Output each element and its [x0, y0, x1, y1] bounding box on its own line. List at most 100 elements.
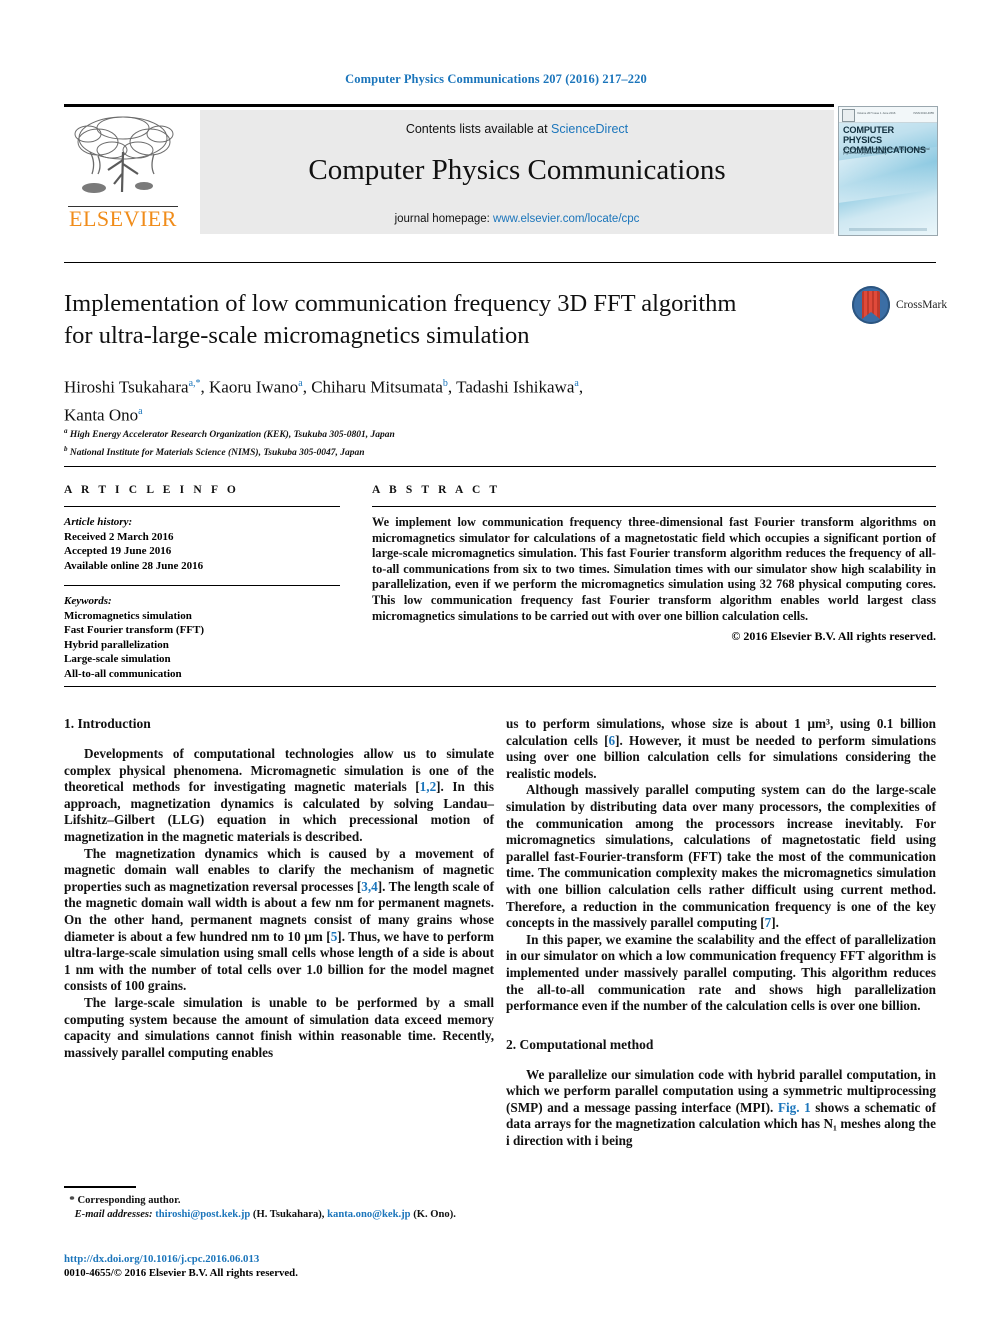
abstract-column: A B S T R A C T We implement low communi… — [372, 484, 936, 644]
email-link-2[interactable]: kanta.ono@kek.jp — [327, 1209, 410, 1220]
citation-ref[interactable]: 5 — [331, 929, 338, 944]
issn-copyright-line: 0010-4655/© 2016 Elsevier B.V. All right… — [64, 1267, 298, 1279]
article-history-received: Received 2 March 2016 — [64, 530, 174, 543]
figure-ref[interactable]: Fig. 1 — [778, 1100, 811, 1115]
doi-link[interactable]: http://dx.doi.org/10.1016/j.cpc.2016.06.… — [64, 1252, 494, 1266]
affiliation-text-1: National Institute for Materials Science… — [69, 448, 365, 459]
journal-cover-thumbnail: Volume 207 Issue 1 June 2016 ISSN 0010-4… — [838, 106, 938, 236]
crossmark-badge-group[interactable]: CrossMark — [852, 286, 947, 326]
body-column-left: 1. Introduction Developments of computat… — [64, 716, 494, 1061]
cover-issn-meta: ISSN 0010-4655 — [913, 111, 934, 115]
article-title-line2: for ultra-large-scale micromagnetics sim… — [64, 322, 530, 349]
title-separator-rule — [64, 262, 936, 263]
author-mark-1: a — [298, 378, 303, 389]
elsevier-tree-icon — [68, 112, 178, 204]
paragraph-left-1: The magnetization dynamics which is caus… — [64, 845, 495, 994]
author-mark-3: a — [574, 378, 579, 389]
affiliation-mark-0: a — [64, 427, 68, 435]
author-mark-4: a — [138, 405, 143, 417]
elsevier-logo: ELSEVIER — [64, 110, 182, 234]
email-addresses-label: E-mail addresses: — [74, 1208, 153, 1220]
article-info-rule-1 — [64, 506, 340, 507]
cover-subtitle: An international journal and program lib… — [843, 147, 930, 155]
paragraph-left-0: Developments of computational technologi… — [64, 746, 494, 844]
section-heading-computational-method: 2. Computational method — [506, 1036, 654, 1052]
citation-ref[interactable]: 7 — [765, 915, 772, 930]
abstract-copyright: © 2016 Elsevier B.V. All rights reserved… — [731, 629, 936, 644]
cover-title-line1: COMPUTER PHYSICS — [843, 125, 894, 145]
journal-masthead: ELSEVIER Contents lists available at Sci… — [64, 104, 938, 236]
paragraph-right-3: We parallelize our simulation code with … — [506, 1066, 936, 1149]
journal-contents-panel: Contents lists available at ScienceDirec… — [200, 110, 834, 234]
info-band-top-rule — [64, 466, 936, 467]
corresponding-author-text: Corresponding author. — [77, 1195, 181, 1206]
keyword-1: Fast Fourier transform (FFT) — [64, 624, 205, 636]
abstract-text: We implement low communication frequency… — [372, 515, 936, 623]
running-head: Computer Physics Communications 207 (201… — [345, 72, 647, 86]
footnote-block: * Corresponding author. E-mail addresses… — [64, 1194, 494, 1221]
email-link-1[interactable]: thiroshi@post.kek.jp — [155, 1209, 250, 1220]
email-owner-1: (H. Tsukahara), — [252, 1208, 325, 1220]
crossmark-ribbon-icon — [862, 312, 880, 319]
article-info-rule-2 — [64, 585, 340, 586]
paragraph-right-0: us to perform simulations, whose size is… — [506, 716, 936, 781]
corresponding-author-marker: * — [69, 1194, 75, 1206]
citation-ref[interactable]: 3,4 — [361, 879, 377, 894]
cover-volume-meta: Volume 207 Issue 1 June 2016 — [857, 111, 896, 115]
affiliation-list: a High Energy Accelerator Research Organ… — [64, 424, 884, 460]
masthead-top-rule — [64, 104, 834, 107]
sciencedirect-link[interactable]: ScienceDirect — [551, 122, 628, 136]
article-history-accepted: Accepted 19 June 2016 — [64, 545, 172, 557]
keyword-3: Large-scale simulation — [64, 653, 171, 665]
citation-ref[interactable]: 1,2 — [420, 779, 436, 794]
journal-homepage-line: journal homepage: www.elsevier.com/locat… — [200, 213, 834, 225]
corresponding-author-line: * Corresponding author. — [64, 1194, 494, 1208]
info-band-bottom-rule — [64, 686, 936, 687]
citation-ref[interactable]: 6 — [609, 733, 616, 748]
article-title-line1: Implementation of low communication freq… — [64, 290, 737, 317]
paragraph-left-2: The large-scale simulation is unable to … — [64, 994, 494, 1060]
homepage-prefix: journal homepage: — [394, 213, 494, 225]
keywords-label: Keywords: — [64, 595, 112, 607]
body-column-right: us to perform simulations, whose size is… — [506, 716, 936, 1150]
paper-page: Computer Physics Communications 207 (201… — [0, 0, 992, 1323]
section-heading-introduction: 1. Introduction — [64, 716, 151, 731]
affiliation-1: b National Institute for Materials Scien… — [64, 442, 884, 460]
article-info-heading: A R T I C L E I N F O — [64, 484, 239, 496]
author-name-1: Kaoru Iwano — [209, 377, 299, 397]
author-name-4: Kanta Ono — [64, 405, 139, 425]
abstract-rule — [372, 506, 936, 507]
abstract-heading: A B S T R A C T — [372, 484, 501, 496]
journal-homepage-link[interactable]: www.elsevier.com/locate/cpc — [493, 213, 639, 225]
cover-footer-bar — [849, 228, 927, 231]
article-history-label: Article history: — [64, 516, 133, 528]
journal-title: Computer Physics Communications — [308, 154, 726, 186]
email-owner-2: (K. Ono). — [413, 1208, 456, 1220]
crossmark-icon — [852, 286, 890, 324]
author-mark-0: a,* — [188, 378, 201, 389]
footnote-rule — [64, 1186, 136, 1188]
keyword-4: All-to-all communication — [64, 667, 182, 680]
cover-crest-icon — [842, 109, 855, 122]
article-info-column: A R T I C L E I N F O Article history: R… — [64, 484, 340, 681]
affiliation-mark-1: b — [64, 445, 68, 454]
article-title: Implementation of low communication freq… — [64, 288, 834, 352]
paragraph-right-1: Although massively parallel computing sy… — [506, 782, 936, 931]
contents-available-line: Contents lists available at ScienceDirec… — [200, 122, 834, 136]
author-name-2: Chiharu Mitsumata — [311, 377, 443, 397]
keyword-0: Micromagnetics simulation — [64, 609, 192, 622]
author-list: Hiroshi Tsukaharaa,*, Kaoru Iwanoa, Chih… — [64, 377, 584, 425]
elsevier-wordmark: ELSEVIER — [69, 206, 177, 231]
keyword-2: Hybrid parallelization — [64, 638, 169, 651]
author-mark-2: b — [442, 378, 448, 389]
article-history-online: Available online 28 June 2016 — [64, 559, 204, 572]
affiliation-text-0: High Energy Accelerator Research Organiz… — [69, 430, 395, 441]
contents-prefix: Contents lists available at — [405, 122, 552, 136]
email-line: E-mail addresses: thiroshi@post.kek.jp (… — [64, 1208, 494, 1222]
author-name-0: Hiroshi Tsukahara — [64, 377, 189, 397]
crossmark-label: CrossMark — [896, 299, 948, 311]
doi-block: http://dx.doi.org/10.1016/j.cpc.2016.06.… — [64, 1252, 494, 1280]
author-name-3: Tadashi Ishikawa — [456, 377, 575, 397]
affiliation-0: a High Energy Accelerator Research Organ… — [64, 424, 884, 442]
